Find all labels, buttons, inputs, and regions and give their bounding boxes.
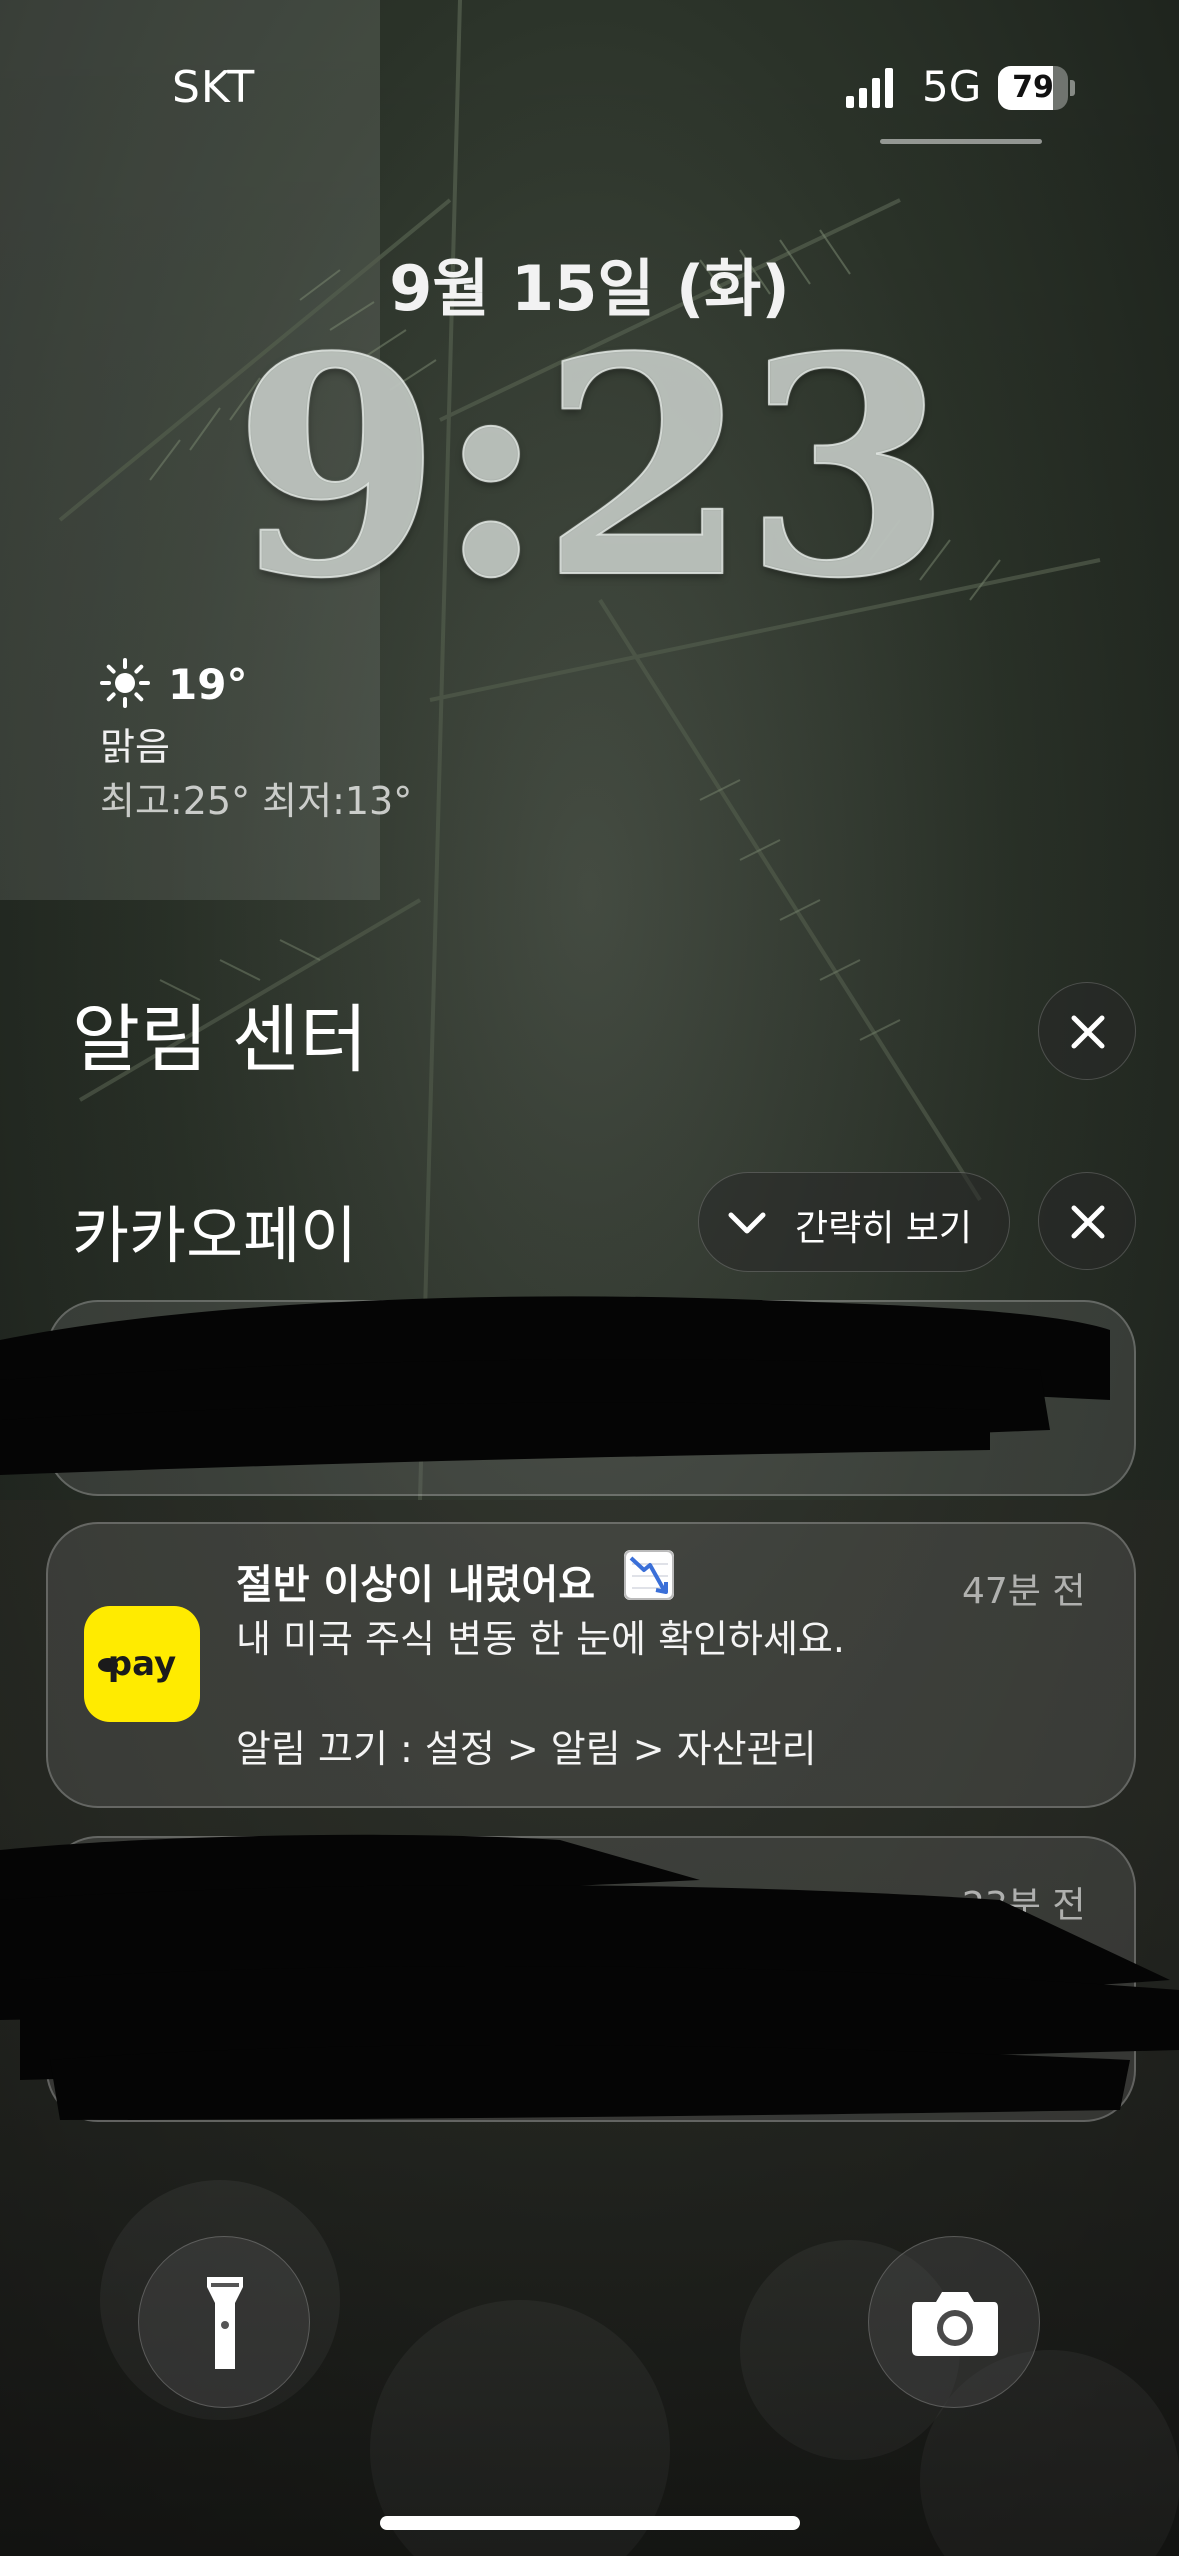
flashlight-icon	[207, 2277, 243, 2369]
camera-icon	[912, 2292, 998, 2356]
redaction-marks	[0, 1296, 1179, 2120]
camera-button[interactable]	[868, 2236, 1040, 2408]
home-indicator[interactable]	[380, 2516, 800, 2530]
flashlight-button[interactable]	[138, 2236, 310, 2408]
